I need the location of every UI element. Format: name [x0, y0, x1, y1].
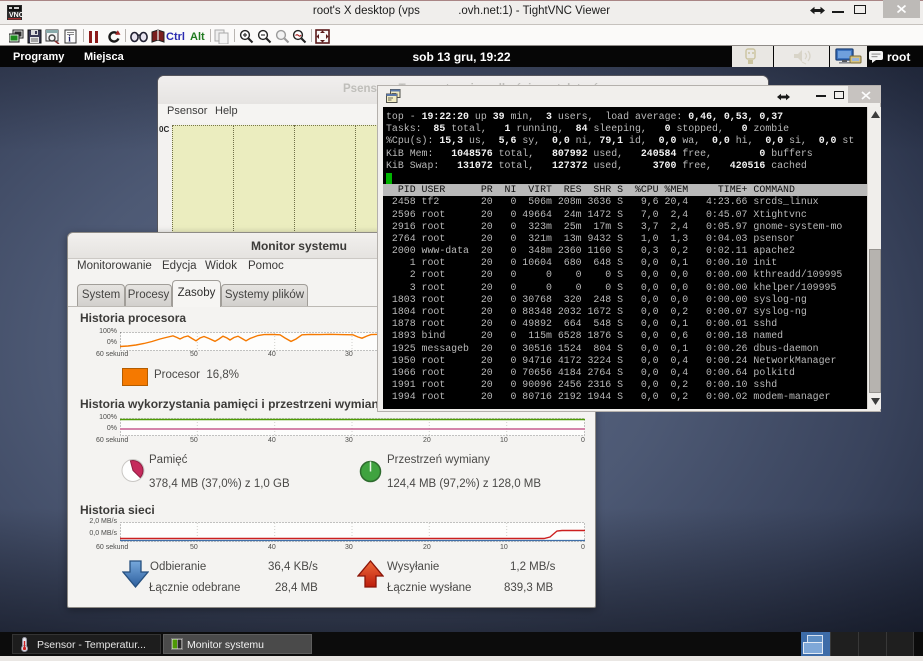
svg-text:VNC: VNC [9, 12, 22, 19]
